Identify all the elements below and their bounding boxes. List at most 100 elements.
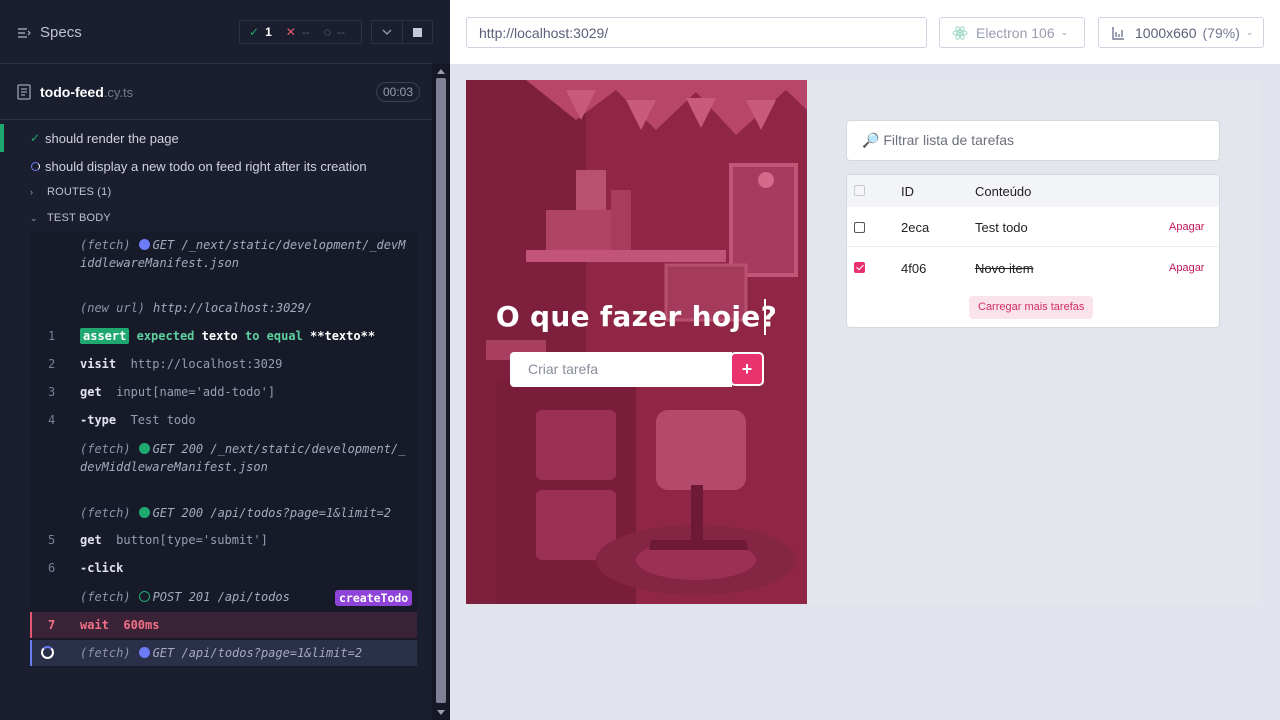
command-number: 1: [48, 329, 56, 343]
failed-stat: ✕ --: [286, 25, 310, 39]
command-wait[interactable]: 7 wait 600ms: [30, 612, 417, 638]
file-icon: [17, 84, 31, 100]
todo-id: 2eca: [901, 220, 930, 235]
test-body-section[interactable]: ⌄ TEST BODY: [30, 207, 111, 229]
command-log: (fetch) GET /_next/static/development/_de…: [30, 232, 417, 667]
fetch-label: (fetch): [80, 238, 131, 252]
test-passed[interactable]: ✓ should render the page: [0, 124, 432, 152]
room-illustration: [466, 80, 807, 604]
assert-value: texto: [201, 329, 238, 343]
new-url-label: (new url): [80, 301, 146, 315]
command-number: 5: [48, 533, 56, 547]
todo-checkbox[interactable]: [854, 262, 865, 273]
viewport-selector[interactable]: 1000x660 (79%) ⌄: [1098, 17, 1264, 48]
pending-dot-icon: [138, 239, 150, 250]
scroll-down-icon[interactable]: [437, 710, 445, 715]
assert-expected: expected: [136, 329, 195, 343]
fetch-label: (fetch): [80, 442, 131, 456]
test-running[interactable]: should display a new todo on feed right …: [0, 152, 432, 180]
check-icon: ✓: [249, 25, 260, 39]
pending-count: --: [336, 25, 345, 39]
spec-file-ext: .cy.ts: [103, 85, 134, 100]
command-message: Test todo: [130, 413, 196, 427]
reporter-panel: Specs ✓ 1 ✕ -- ◌ -- todo-feed.cy.ts 00:0…: [0, 0, 450, 720]
aut-header: http://localhost:3029/ Electron 106 ⌄ 10…: [450, 0, 1280, 64]
add-todo-input[interactable]: Criar tarefa: [510, 352, 732, 387]
new-url-message: http://localhost:3029/: [153, 301, 312, 315]
table-row: 2eca Test todo Apagar: [847, 207, 1219, 247]
command-name: get input[name='add-todo']: [80, 385, 275, 399]
test-title: should display a new todo on feed right …: [45, 158, 367, 174]
pending-stat: ◌ --: [324, 25, 345, 39]
spec-file-row: todo-feed.cy.ts 00:03: [0, 65, 432, 120]
test-stats: ✓ 1 ✕ -- ◌ --: [239, 20, 362, 44]
pending-fetch-row[interactable]: (fetch) GET /api/todos?page=1&limit=2: [30, 640, 417, 666]
select-all-checkbox[interactable]: [854, 185, 865, 196]
alias-badge[interactable]: createTodo: [335, 590, 413, 606]
browser-selector[interactable]: Electron 106 ⌄: [939, 17, 1085, 48]
failed-count: --: [301, 25, 310, 39]
browser-name: Electron 106: [976, 24, 1055, 41]
success-dot-icon: [138, 507, 150, 518]
hollow-dot-icon: [138, 591, 150, 602]
passed-bar: [0, 124, 4, 152]
command-name: -type Test todo: [80, 413, 196, 427]
viewport-scale: (79%): [1202, 24, 1240, 41]
command-number: 6: [48, 561, 56, 575]
routes-section[interactable]: › ROUTES (1): [30, 181, 111, 203]
load-more-button[interactable]: Carregar mais tarefas: [969, 296, 1094, 319]
fetch-message: POST 201 /api/todos: [152, 590, 290, 604]
spinner-icon: [41, 646, 54, 659]
fetch-message: GET /api/todos?page=1&limit=2: [152, 646, 363, 660]
test-body-label: TEST BODY: [47, 212, 111, 224]
pending-dot-icon: [138, 647, 150, 658]
viewport-icon: [1112, 26, 1124, 40]
command-name-text: visit: [80, 357, 117, 371]
fetch-label: (fetch): [80, 506, 131, 520]
fetch-command[interactable]: (fetch) GET /_next/static/development/_de…: [80, 236, 412, 272]
spec-file-name[interactable]: todo-feed.cy.ts: [40, 84, 133, 100]
command-name-text: get: [80, 533, 102, 547]
todo-table: ID Conteúdo 2eca Test todo Apagar 4f06 N…: [846, 174, 1220, 328]
reporter-scrollbar[interactable]: [432, 64, 450, 720]
url-bar[interactable]: http://localhost:3029/: [466, 17, 927, 48]
success-dot-icon: [138, 443, 150, 454]
assert-badge: assert: [80, 328, 130, 344]
collapse-button[interactable]: [372, 21, 402, 43]
scroll-thumb[interactable]: [436, 78, 446, 703]
reporter-header: Specs ✓ 1 ✕ -- ◌ --: [0, 0, 433, 64]
run-controls: [371, 20, 433, 44]
viewport-size: 1000x660: [1135, 24, 1197, 41]
fetch-command[interactable]: (fetch) GET 200 /api/todos?page=1&limit=2: [80, 504, 412, 522]
chevron-down-icon: [382, 29, 392, 35]
assert-to-equal: to equal: [244, 329, 303, 343]
routes-label: ROUTES (1): [47, 186, 112, 198]
command-name-text: -type: [80, 413, 117, 427]
filter-input[interactable]: 🔎 Filtrar lista de tarefas: [846, 120, 1220, 161]
specs-label[interactable]: Specs: [40, 24, 82, 41]
delete-button[interactable]: Apagar: [1169, 262, 1204, 274]
command-name: wait 600ms: [80, 618, 159, 632]
add-todo-button[interactable]: +: [730, 352, 764, 386]
command-number: 2: [48, 357, 56, 371]
command-number: 7: [48, 618, 56, 632]
command-number: 3: [48, 385, 56, 399]
fetch-command: (fetch) GET /api/todos?page=1&limit=2: [80, 644, 412, 662]
command-number: 4: [48, 413, 56, 427]
todo-checkbox[interactable]: [854, 222, 865, 233]
scroll-up-icon[interactable]: [437, 69, 445, 74]
command-message: http://localhost:3029: [130, 357, 283, 371]
fetch-label: (fetch): [80, 646, 131, 660]
specs-icon[interactable]: [17, 26, 31, 40]
delete-button[interactable]: Apagar: [1169, 221, 1204, 233]
command-name-text: wait: [80, 618, 109, 632]
table-row: 4f06 Novo item Apagar: [847, 248, 1219, 288]
command-name: get button[type='submit']: [80, 533, 268, 547]
column-header-content: Conteúdo: [975, 184, 1032, 199]
fetch-command[interactable]: (fetch) GET 200 /_next/static/development…: [80, 440, 412, 476]
chevron-down-icon: ⌄: [1060, 27, 1069, 37]
todo-text: Novo item: [975, 261, 1034, 276]
stop-button[interactable]: [401, 21, 432, 43]
new-url-command[interactable]: (new url) http://localhost:3029/: [80, 299, 412, 317]
spec-duration: 00:03: [376, 82, 421, 102]
